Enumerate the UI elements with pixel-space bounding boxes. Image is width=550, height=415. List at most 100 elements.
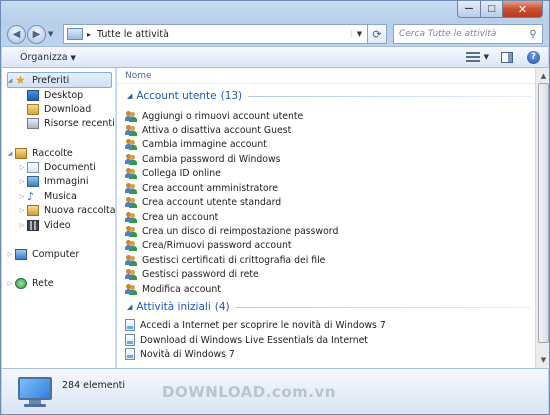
expand-arrow-icon[interactable]: ▷ <box>17 222 27 229</box>
list-item[interactable]: Aggiungi o rimuovi account utente <box>125 109 303 123</box>
forward-button[interactable]: ▶ <box>27 24 46 44</box>
list-item[interactable]: Accedi a Internet per scoprire le novità… <box>125 318 386 332</box>
sidebar-label: Raccolte <box>32 147 73 159</box>
organize-button[interactable]: Organizza ▼ <box>20 52 76 63</box>
caption-buttons: — □ ✕ <box>457 1 543 18</box>
recent-pages-dropdown[interactable]: ▼ <box>48 30 57 38</box>
sidebar-item-documenti[interactable]: ▷ Documenti <box>17 160 96 174</box>
explorer-window: — □ ✕ ◀ ▶ ▼ ▸ Tutte le attività ▼ ⟳ Cerc… <box>0 0 550 415</box>
list-item[interactable]: Crea un disco di reimpostazione password <box>125 224 338 238</box>
vertical-scrollbar[interactable]: ▲ ▼ <box>535 68 549 368</box>
sidebar-label: Musica <box>44 190 77 202</box>
sidebar-item-immagini[interactable]: ▷ Immagini <box>17 174 88 188</box>
scroll-thumb[interactable] <box>538 83 549 343</box>
user-accounts-icon <box>125 225 137 237</box>
sidebar-item-download[interactable]: Download <box>27 102 91 116</box>
sidebar-item-recent[interactable]: Risorse recenti <box>27 116 115 130</box>
list-item[interactable]: Cambia password di Windows <box>125 152 280 166</box>
address-dropdown[interactable]: ▼ <box>351 30 367 38</box>
breadcrumb-current[interactable]: Tutte le attività <box>97 29 351 40</box>
list-item[interactable]: Cambia immagine account <box>125 137 267 151</box>
file-list: Nome ◢ Account utente (13) Aggiungi o rim… <box>117 68 535 368</box>
list-item[interactable]: Crea account utente standard <box>125 195 281 209</box>
music-icon: ♪ <box>27 189 35 203</box>
column-header-name[interactable]: Nome <box>125 71 152 81</box>
back-button[interactable]: ◀ <box>7 24 26 44</box>
sidebar-item-favorites[interactable]: ◢ ★ Preferiti <box>5 73 70 87</box>
collapse-group-icon[interactable]: ◢ <box>127 92 132 100</box>
group-divider <box>248 95 532 97</box>
sidebar-item-video[interactable]: ▷ Video <box>17 218 71 232</box>
list-item[interactable]: Gestisci certificati di crittografia dei… <box>125 253 325 267</box>
list-item[interactable]: Novità di Windows 7 <box>125 347 235 361</box>
list-item[interactable]: Crea account amministratore <box>125 181 278 195</box>
getting-started-icon <box>125 319 135 331</box>
expand-arrow-icon[interactable]: ▷ <box>17 193 27 200</box>
refresh-button[interactable]: ⟳ <box>368 24 387 44</box>
list-item[interactable]: Gestisci password di rete <box>125 267 259 281</box>
collapse-group-icon[interactable]: ◢ <box>127 303 132 311</box>
list-item[interactable]: Crea/Rimuovi password account <box>125 238 292 252</box>
sidebar-item-libraries[interactable]: ◢ Raccolte <box>5 146 73 160</box>
help-icon[interactable]: ? <box>527 50 540 64</box>
list-item[interactable]: Collega ID online <box>125 166 221 180</box>
user-accounts-icon <box>125 182 137 194</box>
expand-arrow-icon[interactable]: ▷ <box>17 207 27 214</box>
getting-started-icon <box>125 334 135 346</box>
list-item[interactable]: Download di Windows Live Essentials da I… <box>125 333 368 347</box>
sidebar-item-desktop[interactable]: Desktop <box>27 88 83 102</box>
view-options-dropdown[interactable]: ▼ <box>484 53 489 61</box>
group-header[interactable]: ◢ Attività iniziali (4) <box>127 301 532 313</box>
control-panel-icon <box>67 28 83 40</box>
search-box[interactable]: Cerca Tutte le attività ⚲ <box>393 24 543 44</box>
change-view-icon[interactable] <box>465 52 480 62</box>
user-accounts-icon <box>125 211 137 223</box>
sidebar-label: Preferiti <box>32 74 70 86</box>
address-row: ◀ ▶ ▼ ▸ Tutte le attività ▼ ⟳ Cerca Tutt… <box>7 22 543 46</box>
library-icon <box>27 204 39 216</box>
user-accounts-icon <box>125 153 137 165</box>
user-accounts-icon <box>125 283 137 295</box>
minimize-button[interactable]: — <box>457 1 481 18</box>
sidebar-item-musica[interactable]: ▷ ♪ Musica <box>17 189 77 203</box>
group-divider <box>235 306 532 308</box>
user-accounts-icon <box>125 268 137 280</box>
download-folder-icon <box>27 103 39 115</box>
navigation-pane: ◢ ★ Preferiti Desktop Download Risorse r… <box>2 68 116 368</box>
address-bar[interactable]: ▸ Tutte le attività ▼ <box>63 24 368 44</box>
sidebar-label: Nuova raccolta <box>44 204 116 216</box>
list-item[interactable]: Attiva o disattiva account Guest <box>125 123 291 137</box>
collapse-arrow-icon[interactable]: ◢ <box>5 150 15 157</box>
user-accounts-icon <box>125 254 137 266</box>
expand-arrow-icon[interactable]: ▷ <box>5 251 15 258</box>
command-bar-right: ▼ ? <box>465 50 548 64</box>
sidebar-item-network[interactable]: ▷ Rete <box>5 276 54 290</box>
sidebar-item-computer[interactable]: ▷ Computer <box>5 247 79 261</box>
breadcrumb-separator-icon[interactable]: ▸ <box>87 30 91 39</box>
search-icon[interactable]: ⚲ <box>524 29 542 40</box>
user-accounts-icon <box>125 110 137 122</box>
libraries-icon <box>15 147 27 159</box>
list-item[interactable]: Modifica account <box>125 282 221 296</box>
expand-arrow-icon[interactable]: ▷ <box>5 280 15 287</box>
video-icon <box>27 219 39 231</box>
search-placeholder: Cerca Tutte le attività <box>399 29 497 39</box>
scroll-up-icon[interactable]: ▲ <box>536 69 549 83</box>
sidebar-label: Computer <box>32 248 80 260</box>
item-count: 284 elementi <box>62 380 125 391</box>
user-accounts-icon <box>125 239 137 251</box>
sidebar-item-nuova-raccolta[interactable]: ▷ Nuova raccolta <box>17 203 116 217</box>
close-button[interactable]: ✕ <box>503 1 543 18</box>
preview-pane-icon[interactable] <box>501 51 513 63</box>
collapse-arrow-icon[interactable]: ◢ <box>5 77 15 84</box>
scroll-down-icon[interactable]: ▼ <box>536 353 549 367</box>
expand-arrow-icon[interactable]: ▷ <box>17 178 27 185</box>
user-accounts-icon <box>125 196 137 208</box>
expand-arrow-icon[interactable]: ▷ <box>17 164 27 171</box>
group-header[interactable]: ◢ Account utente (13) <box>127 90 532 102</box>
maximize-button[interactable]: □ <box>481 1 503 18</box>
sidebar-label: Download <box>44 103 92 115</box>
control-panel-large-icon <box>18 377 52 407</box>
network-icon <box>15 277 27 289</box>
list-item[interactable]: Crea un account <box>125 210 218 224</box>
